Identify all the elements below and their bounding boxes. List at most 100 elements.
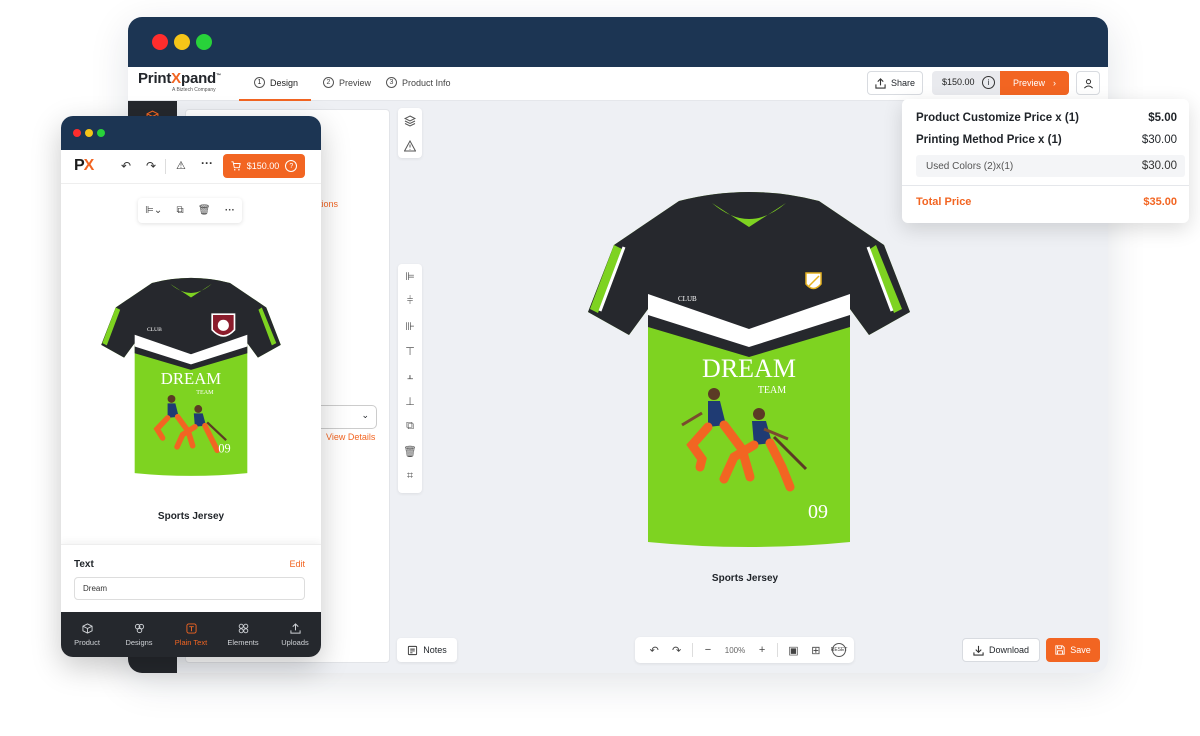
preview-button[interactable]: Preview › (1000, 71, 1069, 95)
upload-icon (289, 622, 301, 634)
cube-icon (81, 622, 93, 634)
jersey-title: Sports Jersey (711, 573, 779, 584)
tab-preview[interactable]: 2 Preview (323, 77, 371, 88)
toolbar-divider (777, 643, 779, 657)
trash-icon[interactable]: 🗑 (398, 439, 422, 464)
undo-icon[interactable]: ↶ (121, 159, 131, 173)
printxpand-logo[interactable]: PrintXpand™ (138, 70, 221, 87)
help-icon[interactable]: ? (285, 160, 298, 172)
zoom-in-icon[interactable]: + (751, 644, 773, 656)
view-details-link[interactable]: View Details (326, 432, 375, 442)
nav-elements[interactable]: Elements (217, 623, 269, 647)
align-middle-icon[interactable]: ⫠ (398, 364, 422, 389)
redo-icon[interactable]: ↷ (665, 644, 687, 657)
notes-icon (408, 645, 418, 655)
align-left-icon[interactable]: ⊫ (398, 264, 422, 289)
save-button[interactable]: Save (1046, 638, 1100, 662)
align-bottom-icon[interactable]: ⊥ (398, 389, 422, 414)
fit-screen-icon[interactable]: ▣ (782, 644, 804, 657)
active-tab-underline (239, 99, 311, 101)
close-dot[interactable] (152, 34, 168, 50)
zoom-toolbar: ↶ ↷ − 100% + ▣ ⊞ RESET (635, 637, 854, 663)
close-dot[interactable] (73, 129, 81, 137)
jersey-number-text: 09 (808, 501, 828, 523)
method-select[interactable]: ⌄ (314, 405, 377, 429)
toolbar-divider (691, 643, 693, 657)
price-row-printing: Printing Method Price x (1) $30.00 (916, 134, 1177, 146)
designs-icon (134, 623, 144, 633)
price-total: Total Price $35.00 (916, 196, 1177, 208)
mobile-window: PX ↶ ↷ ⚠ ··· $150.00 ? ⊫⌄ ⧉ 🗑 ··· CLUB D… (61, 116, 321, 657)
mobile-toolbar: PX ↶ ↷ ⚠ ··· $150.00 ? (61, 150, 321, 184)
download-button[interactable]: Download (962, 638, 1040, 662)
jersey-club-text: CLUB (678, 295, 697, 303)
grid-icon[interactable]: ⊞ (805, 644, 827, 657)
toolbar-divider (165, 159, 166, 174)
trash-icon[interactable]: 🗑 (198, 205, 211, 216)
align-toolbar: ⊫ ⫩ ⊪ ⊤ ⫠ ⊥ ⧉ 🗑 ⌗ (398, 264, 422, 493)
redo-icon[interactable]: ↷ (146, 159, 156, 173)
jersey-preview-large[interactable]: CLUB DREAM TEAM 09 (584, 187, 914, 547)
nav-plain-text[interactable]: Plain Text (165, 622, 217, 647)
maximize-dot[interactable] (97, 129, 105, 137)
jersey-team-text: TEAM (758, 385, 786, 396)
zoom-out-icon[interactable]: − (697, 644, 719, 656)
text-edit-link[interactable]: Edit (289, 559, 305, 569)
align-right-icon[interactable]: ⊪ (398, 314, 422, 339)
desktop-titlebar (128, 17, 1108, 67)
price-row-customize: Product Customize Price x (1) $5.00 (916, 112, 1177, 124)
nav-designs[interactable]: Designs (113, 623, 165, 647)
nav-product[interactable]: Product (61, 622, 113, 647)
user-account-button[interactable] (1076, 71, 1100, 95)
text-value-input[interactable]: Dream (74, 577, 305, 600)
align-top-icon[interactable]: ⊤ (398, 339, 422, 364)
user-icon (1083, 78, 1093, 88)
chevron-down-icon: ⌄ (361, 410, 369, 420)
warning-icon[interactable]: ⚠ (176, 159, 186, 172)
cart-button[interactable]: $150.00 ? (223, 154, 305, 178)
align-center-h-icon[interactable]: ⫩ (398, 289, 422, 314)
copy-icon[interactable]: ⧉ (176, 205, 183, 216)
desktop-topnav: PrintXpand™ A Biztech Company 1 Design 2… (128, 67, 1108, 101)
mobile-bottom-nav: Product Designs Plain Text Elements Uplo… (61, 612, 321, 657)
jersey-team-text: TEAM (196, 390, 214, 396)
px-logo[interactable]: PX (74, 157, 94, 175)
download-icon (973, 645, 984, 656)
more-icon[interactable]: ··· (225, 205, 235, 216)
nav-uploads[interactable]: Uploads (269, 622, 321, 647)
reset-icon[interactable]: RESET (831, 643, 847, 657)
copy-icon[interactable]: ⧉ (398, 414, 422, 439)
elements-icon (238, 623, 248, 633)
popup-divider (902, 185, 1189, 186)
text-card-title: Text (74, 559, 94, 570)
minimize-dot[interactable] (174, 34, 190, 50)
price-breakdown-popup: Product Customize Price x (1) $5.00 Prin… (902, 99, 1189, 223)
jersey-dream-text: DREAM (702, 354, 796, 383)
share-button[interactable]: Share (867, 71, 923, 95)
price-summary[interactable]: $150.00 i Preview › (932, 71, 1069, 95)
tab-product-info[interactable]: 3 Product Info (386, 77, 451, 88)
jersey-club-text: CLUB (147, 327, 162, 333)
maximize-dot[interactable] (196, 34, 212, 50)
warning-icon[interactable] (398, 133, 422, 158)
notes-button[interactable]: Notes (397, 638, 457, 662)
jersey-preview-small[interactable]: CLUB DREAM TEAM 09 (99, 267, 283, 484)
info-icon[interactable]: i (982, 76, 995, 89)
layers-icon[interactable] (398, 108, 422, 133)
align-dropdown-icon[interactable]: ⊫⌄ (145, 205, 162, 216)
crop-icon[interactable]: ⌗ (398, 464, 422, 489)
more-icon[interactable]: ··· (201, 156, 213, 170)
jersey-number-text: 09 (218, 441, 230, 455)
club-crest-ball-icon (217, 319, 229, 331)
jersey-title: Sports Jersey (157, 511, 225, 522)
cart-icon (231, 161, 241, 171)
text-icon (185, 622, 197, 634)
jersey-dream-text: DREAM (161, 369, 222, 388)
chevron-right-icon: › (1053, 78, 1056, 88)
undo-icon[interactable]: ↶ (643, 644, 665, 657)
minimize-dot[interactable] (85, 129, 93, 137)
element-mini-toolbar: ⊫⌄ ⧉ 🗑 ··· (138, 198, 242, 223)
tab-design[interactable]: 1 Design (254, 77, 298, 88)
options-link[interactable]: tions (319, 199, 338, 209)
zoom-value: 100% (724, 645, 746, 655)
